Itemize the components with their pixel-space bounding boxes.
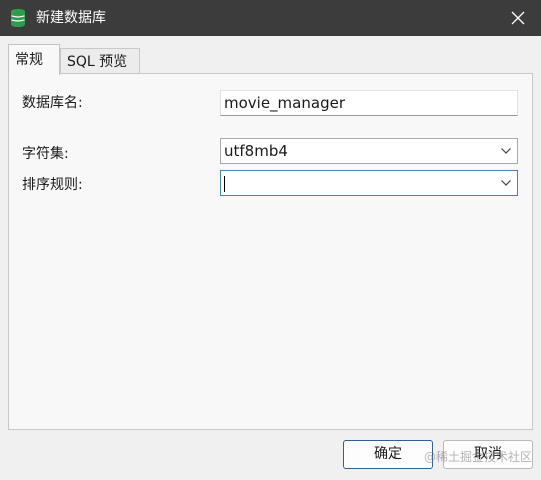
window-title: 新建数据库 xyxy=(36,10,106,26)
database-name-value: movie_manager xyxy=(224,94,345,112)
close-button[interactable] xyxy=(495,0,541,36)
database-icon xyxy=(9,8,27,28)
chevron-down-icon xyxy=(501,180,511,186)
chevron-down-icon xyxy=(501,148,511,154)
charset-label: 字符集: xyxy=(22,146,69,162)
tab-sql-preview[interactable]: SQL 预览 xyxy=(60,48,140,74)
ok-button[interactable]: 确定 xyxy=(343,440,433,469)
collation-select[interactable] xyxy=(220,170,518,196)
database-name-label: 数据库名: xyxy=(22,95,83,111)
title-bar: 新建数据库 xyxy=(0,0,541,36)
tab-bar: 常规 SQL 预览 xyxy=(8,44,533,75)
tab-general[interactable]: 常规 xyxy=(8,44,60,75)
general-panel: 数据库名: movie_manager 字符集: utf8mb4 排序规则: xyxy=(8,73,533,430)
collation-label: 排序规则: xyxy=(22,177,83,193)
text-cursor xyxy=(224,176,225,192)
watermark: @稀土掘金技术社区 xyxy=(424,450,533,464)
charset-value: utf8mb4 xyxy=(224,142,288,160)
database-name-input[interactable]: movie_manager xyxy=(220,90,518,116)
charset-select[interactable]: utf8mb4 xyxy=(220,138,518,164)
close-icon xyxy=(511,11,525,25)
